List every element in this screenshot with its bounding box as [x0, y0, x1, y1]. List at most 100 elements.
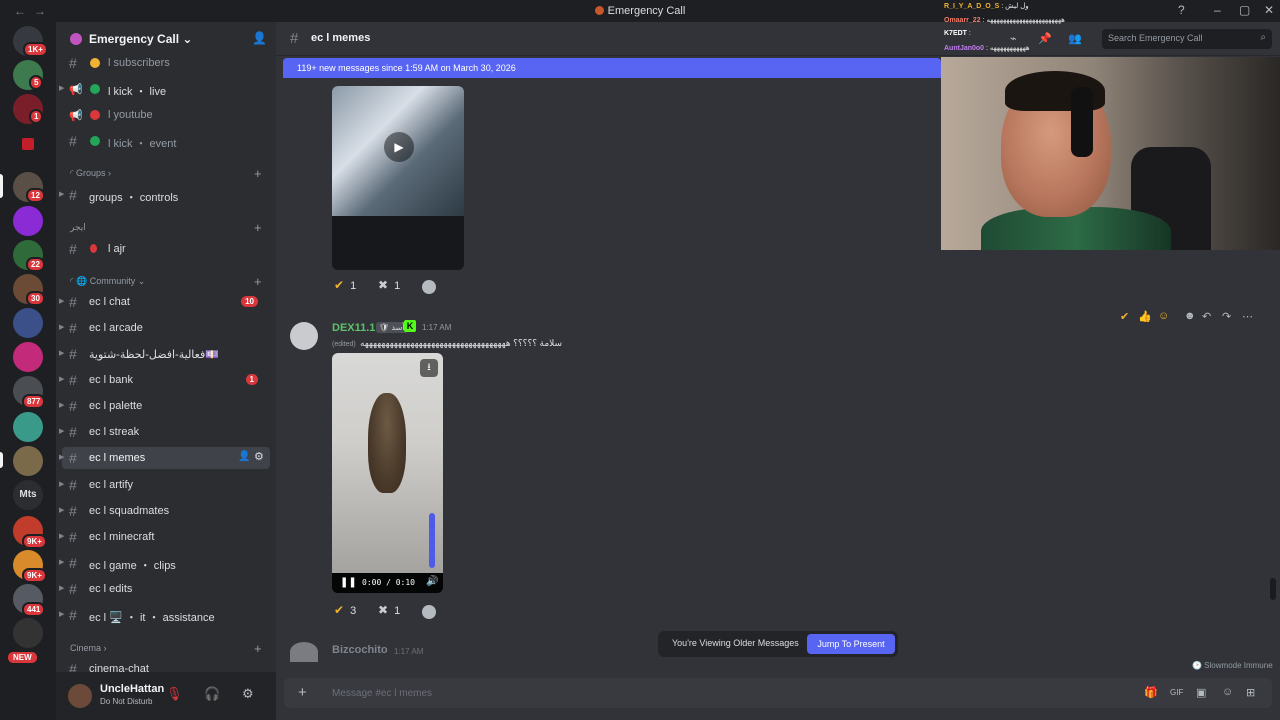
- add-channel-icon[interactable]: +: [254, 220, 262, 235]
- server-icon[interactable]: [13, 446, 43, 476]
- reaction-check[interactable]: ✔ 1: [334, 278, 356, 298]
- deafen-icon[interactable]: 🎧: [204, 686, 220, 702]
- reaction-cross[interactable]: ✖ 1: [378, 278, 400, 298]
- chat-username: Omaarr_22: [944, 17, 981, 24]
- add-channel-icon[interactable]: +: [254, 166, 262, 181]
- channel-ec-squadmates[interactable]: ▶ # ec l squadmates: [59, 500, 270, 522]
- download-icon[interactable]: ⭳: [420, 359, 438, 377]
- channel-groups-controls[interactable]: ▶ # groups ・ controls: [59, 184, 270, 206]
- server-icon-mts[interactable]: Mts: [13, 480, 43, 510]
- add-member-icon[interactable]: 👤: [252, 31, 267, 45]
- megaphone-icon: 📢: [69, 84, 83, 96]
- channel-ajr[interactable]: # l ajr: [62, 238, 270, 260]
- channel-ec-arcade[interactable]: ▶ # ec l arcade: [59, 317, 270, 339]
- user-name[interactable]: UncleHattan: [100, 683, 164, 695]
- thumbs-up-icon[interactable]: 👍: [1138, 310, 1152, 323]
- maximize-button[interactable]: ▢: [1239, 3, 1250, 17]
- invite-icon[interactable]: 👤: [238, 451, 250, 462]
- new-messages-bar[interactable]: 119+ new messages since 1:59 AM on March…: [283, 58, 941, 78]
- more-icon[interactable]: ⋯: [1242, 310, 1253, 323]
- channel-label: ec l artify: [89, 479, 134, 491]
- reaction-count: 3: [350, 605, 357, 617]
- threads-icon[interactable]: ⌁: [1010, 32, 1017, 45]
- sticker-icon[interactable]: ▣: [1196, 686, 1206, 699]
- stream-chat-line: Omaarr_22 : هههههههههههههههههههههههه: [944, 16, 1065, 24]
- gear-icon[interactable]: ⚙: [254, 450, 264, 463]
- guild-header[interactable]: Emergency Call ⌄ 👤: [56, 22, 276, 56]
- message-composer[interactable]: + Message #ec l memes 🎁 GIF ▣ ☺ ⊞: [284, 678, 1272, 708]
- server-icon[interactable]: [13, 206, 43, 236]
- emoji-icon[interactable]: ☺: [1222, 686, 1233, 698]
- pin-icon[interactable]: 📌: [1038, 32, 1052, 45]
- reaction-cross[interactable]: ✖ 1: [378, 603, 400, 623]
- add-reaction-icon[interactable]: ☻: [1184, 310, 1196, 322]
- channel-event-winter[interactable]: ▶ # فعالية-افضل-لحظة-شتوية💷: [59, 343, 270, 365]
- jump-to-present-button[interactable]: Jump To Present: [807, 634, 895, 654]
- channel-subscribers[interactable]: # l subscribers: [62, 52, 270, 74]
- category-groups[interactable]: ◜ Groups › +: [70, 166, 270, 181]
- category-cinema[interactable]: Cinema › +: [70, 641, 270, 656]
- reaction-check[interactable]: ✔ 3: [334, 603, 356, 623]
- message-input[interactable]: Message #ec l memes: [332, 688, 432, 699]
- check-reaction-icon[interactable]: ✔: [1120, 310, 1129, 323]
- chevron-right-icon: ▶: [59, 507, 65, 514]
- channel-ec-memes[interactable]: ▶ # ec l memes 👤 ⚙: [59, 447, 270, 469]
- smirk-icon[interactable]: ☺: [1158, 310, 1169, 322]
- volume-slider[interactable]: [429, 513, 435, 568]
- volume-icon[interactable]: 🔊: [426, 576, 438, 587]
- help-icon[interactable]: ?: [1178, 3, 1185, 17]
- message-author[interactable]: Bizcochito: [332, 644, 388, 656]
- video-player[interactable]: ⭳ ❚❚ 0:00 / 0:10 🔊: [332, 353, 443, 593]
- video-attachment[interactable]: ▶: [332, 86, 464, 270]
- server-icon[interactable]: [22, 138, 34, 150]
- server-icon[interactable]: [13, 308, 43, 338]
- member-list-icon[interactable]: 👥: [1068, 32, 1082, 45]
- reply-icon[interactable]: ↶: [1202, 310, 1211, 323]
- add-reaction-icon[interactable]: [422, 605, 436, 619]
- channel-ec-it-assistance[interactable]: ▶ # ec l 🖥️ ・ it ・ assistance: [59, 604, 270, 626]
- category-label: Cinema ›: [70, 643, 107, 653]
- avatar[interactable]: [68, 684, 92, 708]
- server-icon[interactable]: [13, 342, 43, 372]
- channel-kick-event[interactable]: # l kick ・ event: [62, 130, 270, 152]
- channel-ec-streak[interactable]: ▶ # ec l streak: [59, 421, 270, 443]
- server-icon[interactable]: [13, 618, 43, 648]
- channel-label: ec l arcade: [89, 322, 143, 334]
- close-button[interactable]: ✕: [1264, 3, 1274, 17]
- mute-mic-icon[interactable]: 🎙: [166, 686, 183, 702]
- gif-icon[interactable]: GIF: [1170, 688, 1183, 697]
- scrollbar[interactable]: [1270, 578, 1276, 600]
- guild-name[interactable]: Emergency Call ⌄: [89, 32, 192, 46]
- gift-icon[interactable]: 🎁: [1144, 686, 1158, 699]
- play-icon[interactable]: ▶: [384, 132, 414, 162]
- channel-cinema-chat[interactable]: # cinema-chat: [62, 658, 270, 672]
- category-ajr[interactable]: ايجر +: [70, 220, 270, 235]
- channel-ec-artify[interactable]: ▶ # ec l artify: [59, 474, 270, 496]
- apps-icon[interactable]: ⊞: [1246, 686, 1255, 699]
- minimize-button[interactable]: –: [1214, 3, 1221, 17]
- pin-icon: [90, 244, 97, 253]
- avatar[interactable]: [290, 642, 318, 662]
- channel-ec-bank[interactable]: ▶ # ec l bank 1: [59, 369, 270, 391]
- channel-ec-edits[interactable]: ▶ # ec l edits: [59, 578, 270, 600]
- channel-ec-chat[interactable]: ▶ # ec l chat 10: [59, 291, 270, 313]
- forward-icon[interactable]: ↷: [1222, 310, 1231, 323]
- category-community[interactable]: ◜ 🌐 Community ⌄ +: [70, 274, 270, 289]
- gear-icon[interactable]: ⚙: [242, 686, 254, 702]
- add-channel-icon[interactable]: +: [254, 641, 262, 656]
- channel-youtube[interactable]: 📢 l youtube: [62, 104, 270, 126]
- attach-plus-icon[interactable]: +: [298, 684, 307, 701]
- add-channel-icon[interactable]: +: [254, 274, 262, 289]
- avatar[interactable]: [290, 322, 318, 350]
- server-icon[interactable]: [13, 412, 43, 442]
- channel-kick-live[interactable]: ▶ 📢 l kick ・ live: [59, 78, 270, 100]
- add-reaction-icon[interactable]: [422, 280, 436, 294]
- pause-icon[interactable]: ❚❚: [340, 577, 357, 588]
- channel-label: ec l palette: [89, 400, 143, 412]
- hash-icon: #: [69, 607, 77, 623]
- chevron-right-icon: ▶: [59, 559, 65, 566]
- channel-ec-palette[interactable]: ▶ # ec l palette: [59, 395, 270, 417]
- channel-ec-minecraft[interactable]: ▶ # ec l minecraft: [59, 526, 270, 548]
- channel-ec-game-clips[interactable]: ▶ # ec l game ・ clips: [59, 552, 270, 574]
- message-author[interactable]: DEX11.1: [332, 322, 375, 334]
